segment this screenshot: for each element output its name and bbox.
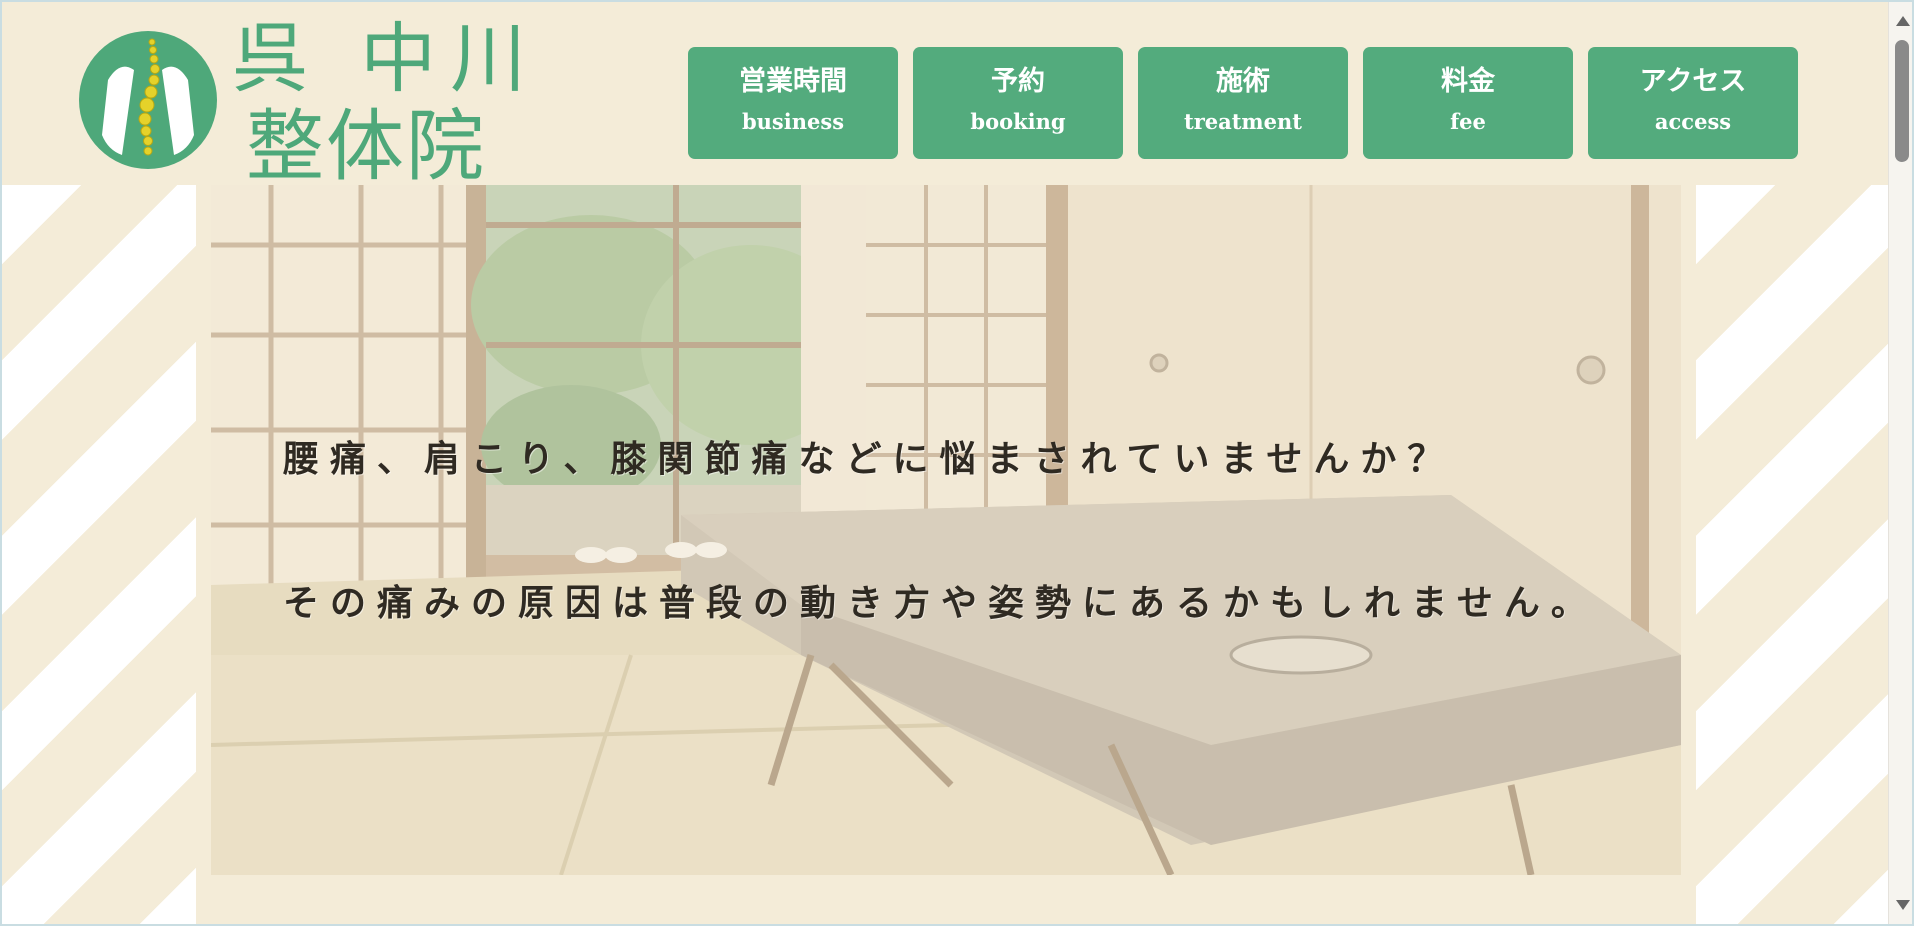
nav-label-en: booking [970,109,1066,134]
nav-button-business[interactable]: 営業時間 business [688,47,898,159]
nav-label-ja: 施術 [1216,66,1270,97]
brand-name-bottom[interactable]: 整体院 [246,104,486,190]
hero-headline-1: 腰痛、肩こり、膝関節痛などに悩まされていませんか？ [283,438,1455,480]
main-nav: 営業時間 business 予約 booking 施術 treatment 料金… [688,47,1798,159]
nav-button-access[interactable]: アクセス access [1588,47,1798,159]
scroll-down-arrow-icon[interactable] [1896,900,1910,910]
scroll-up-arrow-icon[interactable] [1896,16,1910,26]
nav-button-fee[interactable]: 料金 fee [1363,47,1573,159]
nav-label-ja: 予約 [991,66,1045,97]
nav-label-ja: 営業時間 [739,66,847,97]
vertical-scrollbar[interactable] [1888,2,1912,924]
nav-label-ja: 料金 [1441,66,1495,97]
nav-label-en: treatment [1184,109,1302,134]
scroll-thumb[interactable] [1895,40,1909,162]
browser-viewport: 呉 中川 整体院 営業時間 business 予約 booking 施術 tre… [0,0,1914,926]
decorative-stripes-right [1696,185,1888,924]
brand-name-top[interactable]: 呉 中川 [232,16,540,102]
nav-label-en: fee [1450,109,1486,134]
logo-icon[interactable] [78,30,218,170]
nav-label-ja: アクセス [1639,66,1747,97]
hero-headline-2: その痛みの原因は普段の動き方や姿勢にあるかもしれません。 [283,582,1598,624]
nav-button-booking[interactable]: 予約 booking [913,47,1123,159]
decorative-stripes-left [2,185,196,924]
hero-overlay [211,185,1681,875]
nav-button-treatment[interactable]: 施術 treatment [1138,47,1348,159]
nav-label-en: access [1654,109,1732,134]
hero-image: 腰痛、肩こり、膝関節痛などに悩まされていませんか？ その痛みの原因は普段の動き方… [211,185,1681,875]
nav-label-en: business [741,109,845,134]
